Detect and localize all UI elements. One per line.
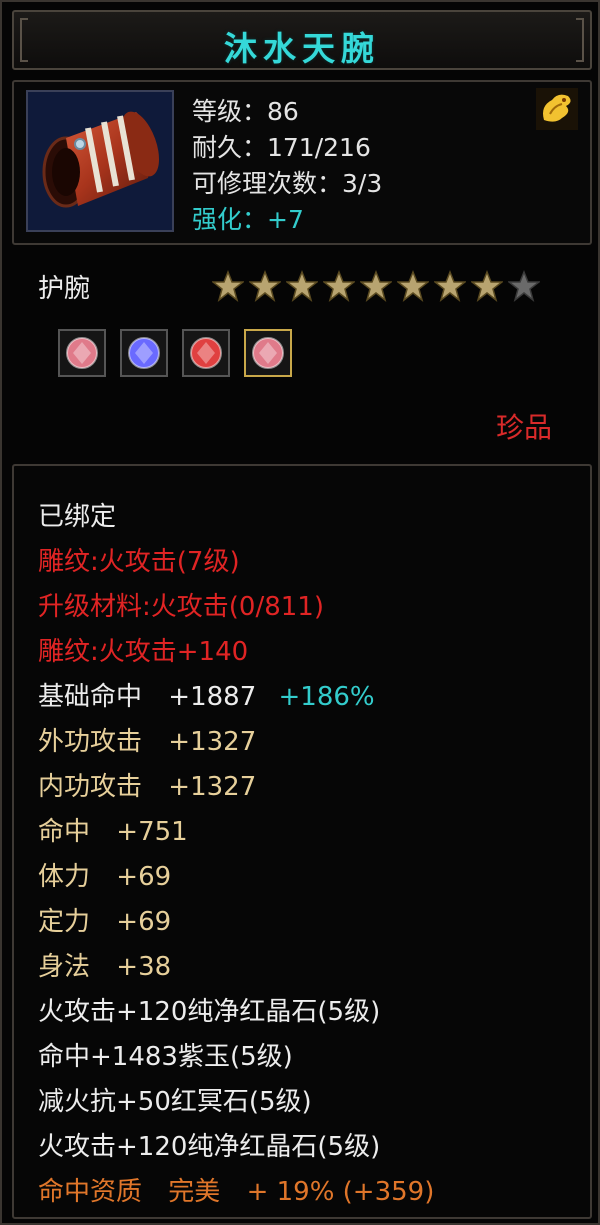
star-filled-icon: [360, 270, 392, 302]
pure-red-crystal-gem-icon[interactable]: [58, 329, 106, 377]
aptitude-label: 命中资质: [38, 1177, 143, 1207]
stamina-row: 体力 +69: [38, 856, 171, 893]
item-type: 护腕: [38, 274, 91, 304]
external-attack-label: 外功攻击: [38, 727, 143, 757]
title-bar: 沐水天腕: [12, 10, 592, 70]
bound-status: 已绑定: [38, 502, 117, 532]
focus-row: 定力 +69: [38, 901, 171, 938]
base-hit-percent: +186%: [278, 682, 375, 712]
internal-attack-label: 内功攻击: [38, 772, 143, 802]
base-hit-value: +1887: [168, 682, 257, 712]
pure-red-crystal-gem-icon[interactable]: [244, 329, 292, 377]
focus-value: +69: [116, 907, 172, 937]
gem-bonus-2: 命中+1483紫玉(5级): [38, 1042, 293, 1072]
star-filled-icon: [212, 270, 244, 302]
engrave-bonus: 雕纹:火攻击+140: [38, 637, 249, 667]
external-attack-value: +1327: [168, 727, 257, 757]
gem-slots: [58, 329, 292, 377]
agility-row: 身法 +38: [38, 946, 171, 983]
hit-label: 命中: [38, 817, 91, 847]
attribute-panel: 已绑定 雕纹:火攻击(7级) 升级材料:火攻击(0/811) 雕纹:火攻击+14…: [12, 464, 592, 1219]
internal-attack-value: +1327: [168, 772, 257, 802]
star-filled-icon: [286, 270, 318, 302]
item-tooltip: 沐水天腕 等级：86 耐久：171/216 可修理次数：3/3 强化：+7 护腕…: [0, 0, 600, 1225]
star-filled-icon: [249, 270, 281, 302]
purple-jade-gem-icon[interactable]: [120, 329, 168, 377]
item-level: 等级：86: [192, 97, 299, 126]
aptitude-row: 命中资质 完美 + 19% (+359): [38, 1171, 434, 1208]
aptitude-value: + 19% (+359): [246, 1177, 435, 1207]
star-filled-icon: [397, 270, 429, 302]
internal-attack-row: 内功攻击 +1327: [38, 766, 256, 803]
red-ming-stone-gem-icon[interactable]: [182, 329, 230, 377]
item-header-panel: 等级：86 耐久：171/216 可修理次数：3/3 强化：+7: [12, 80, 592, 245]
golden-dragon-icon: [536, 88, 578, 130]
stamina-label: 体力: [38, 862, 91, 892]
hit-value: +751: [116, 817, 188, 847]
star-filled-icon: [434, 270, 466, 302]
star-filled-icon: [471, 270, 503, 302]
hit-row: 命中 +751: [38, 811, 188, 848]
item-quality: 珍品: [495, 411, 552, 444]
star-rating: [212, 270, 540, 304]
item-name: 沐水天腕: [224, 29, 380, 68]
item-enhancement: 强化：+7: [192, 205, 304, 234]
base-hit-row: 基础命中 +1887 +186%: [38, 676, 375, 713]
agility-value: +38: [116, 952, 172, 982]
bracer-icon: [26, 90, 174, 232]
item-repair-count: 可修理次数：3/3: [192, 169, 383, 198]
item-durability: 耐久：171/216: [192, 133, 371, 162]
star-filled-icon: [323, 270, 355, 302]
base-hit-label: 基础命中: [38, 682, 143, 712]
engrave-level: 雕纹:火攻击(7级): [38, 547, 240, 577]
upgrade-material: 升级材料:火攻击(0/811): [38, 592, 324, 622]
agility-label: 身法: [38, 952, 91, 982]
gem-bonus-1: 火攻击+120纯净红晶石(5级): [38, 997, 381, 1027]
external-attack-row: 外功攻击 +1327: [38, 721, 256, 758]
stamina-value: +69: [116, 862, 172, 892]
gem-bonus-4: 火攻击+120纯净红晶石(5级): [38, 1132, 381, 1162]
gem-bonus-3: 减火抗+50红冥石(5级): [38, 1087, 312, 1117]
focus-label: 定力: [38, 907, 91, 937]
aptitude-grade: 完美: [168, 1177, 221, 1207]
star-empty-icon: [508, 270, 540, 302]
